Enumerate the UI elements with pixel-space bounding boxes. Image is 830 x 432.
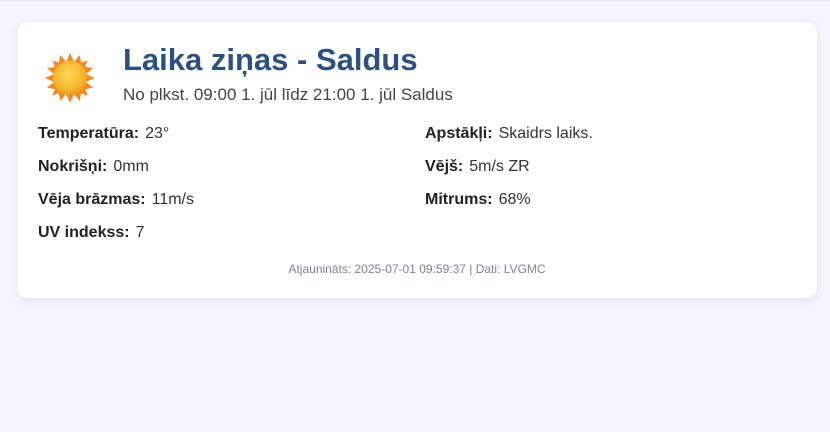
humidity-row: Mitrums: 68% <box>425 191 531 209</box>
precipitation-label: Nokrišņi: <box>38 158 108 175</box>
gusts-row: Vēja brāzmas: 11m/s <box>38 191 194 209</box>
wind-value: 5m/s ZR <box>469 158 530 175</box>
uv-label: UV indekss: <box>38 224 130 241</box>
temperature-label: Temperatūra: <box>38 125 140 142</box>
temperature-value: 23° <box>145 125 170 142</box>
humidity-value: 68% <box>498 191 531 208</box>
conditions-value: Skaidrs laiks. <box>498 125 593 142</box>
conditions-row: Apstākļi: Skaidrs laiks. <box>425 125 593 143</box>
uv-value: 7 <box>135 224 145 241</box>
page-title: Laika ziņas - Saldus <box>123 42 418 77</box>
top-divider <box>0 0 830 1</box>
forecast-period: No plkst. 09:00 1. jūl līdz 21:00 1. jūl… <box>123 85 453 104</box>
sun-icon <box>44 52 96 104</box>
precipitation-value: 0mm <box>113 158 149 175</box>
update-footer: Atjaunināts: 2025-07-01 09:59:37 | Dati:… <box>288 262 546 276</box>
wind-row: Vējš: 5m/s ZR <box>425 158 530 176</box>
precipitation-row: Nokrišņi: 0mm <box>38 158 149 176</box>
gusts-value: 11m/s <box>151 191 194 208</box>
uv-row: UV indekss: 7 <box>38 224 145 242</box>
humidity-label: Mitrums: <box>425 191 493 208</box>
wind-label: Vējš: <box>425 158 464 175</box>
conditions-label: Apstākļi: <box>425 125 493 142</box>
gusts-label: Vēja brāzmas: <box>38 191 146 208</box>
temperature-row: Temperatūra: 23° <box>38 125 169 143</box>
weather-card: Laika ziņas - Saldus No plkst. 09:00 1. … <box>17 22 817 298</box>
